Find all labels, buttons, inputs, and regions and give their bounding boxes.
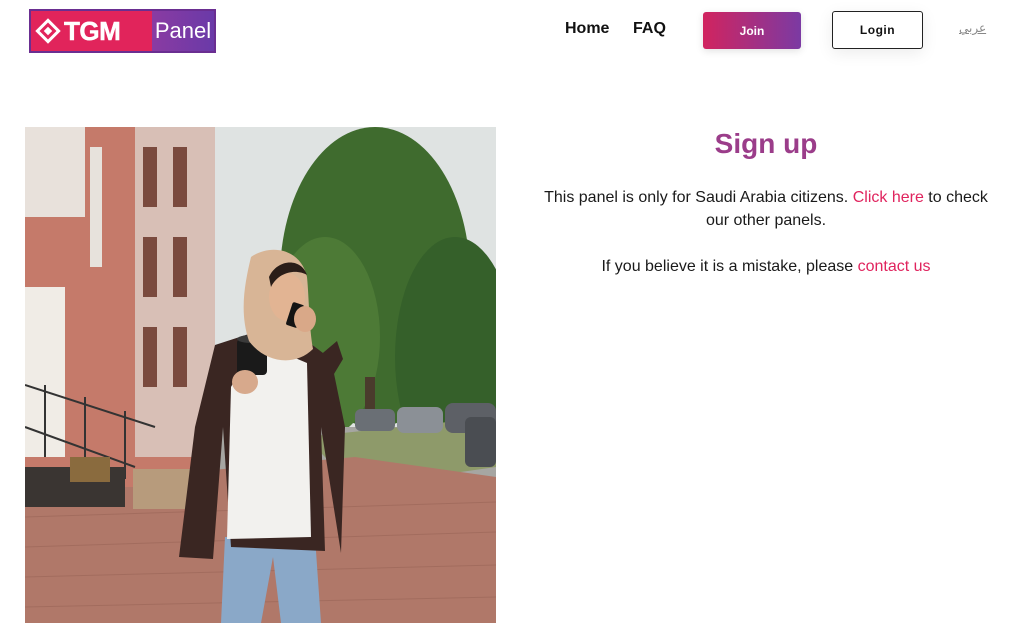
signup-section: Sign up This panel is only for Saudi Ara… [532, 122, 1000, 278]
woman-on-phone-illustration [25, 127, 496, 623]
logo-mark: TGM [31, 11, 152, 51]
tgm-panel-logo[interactable]: TGM Panel [29, 9, 216, 53]
notice-text-before: This panel is only for Saudi Arabia citi… [544, 189, 849, 206]
join-button[interactable]: Join [703, 12, 801, 49]
hero-photo [25, 127, 496, 623]
click-here-link[interactable]: Click here [853, 189, 924, 206]
logo-brand-text: TGM [64, 16, 121, 46]
nav-home-link[interactable]: Home [565, 20, 609, 38]
site-header: TGM Panel Home FAQ Join Login عربي [0, 0, 1024, 62]
page-title: Sign up [714, 128, 818, 159]
login-button[interactable]: Login [832, 11, 923, 49]
mistake-text: If you believe it is a mistake, please [601, 258, 854, 275]
nav-faq-link[interactable]: FAQ [633, 20, 666, 38]
citizenship-notice: This panel is only for Saudi Arabia citi… [532, 186, 1000, 232]
logo-product-text: Panel [154, 18, 212, 43]
logo-product: Panel [152, 11, 214, 51]
contact-us-link[interactable]: contact us [858, 258, 931, 275]
diamond-icon [35, 18, 61, 44]
language-switch-link[interactable]: عربي [959, 21, 986, 35]
mistake-notice: If you believe it is a mistake, please c… [532, 255, 1000, 278]
